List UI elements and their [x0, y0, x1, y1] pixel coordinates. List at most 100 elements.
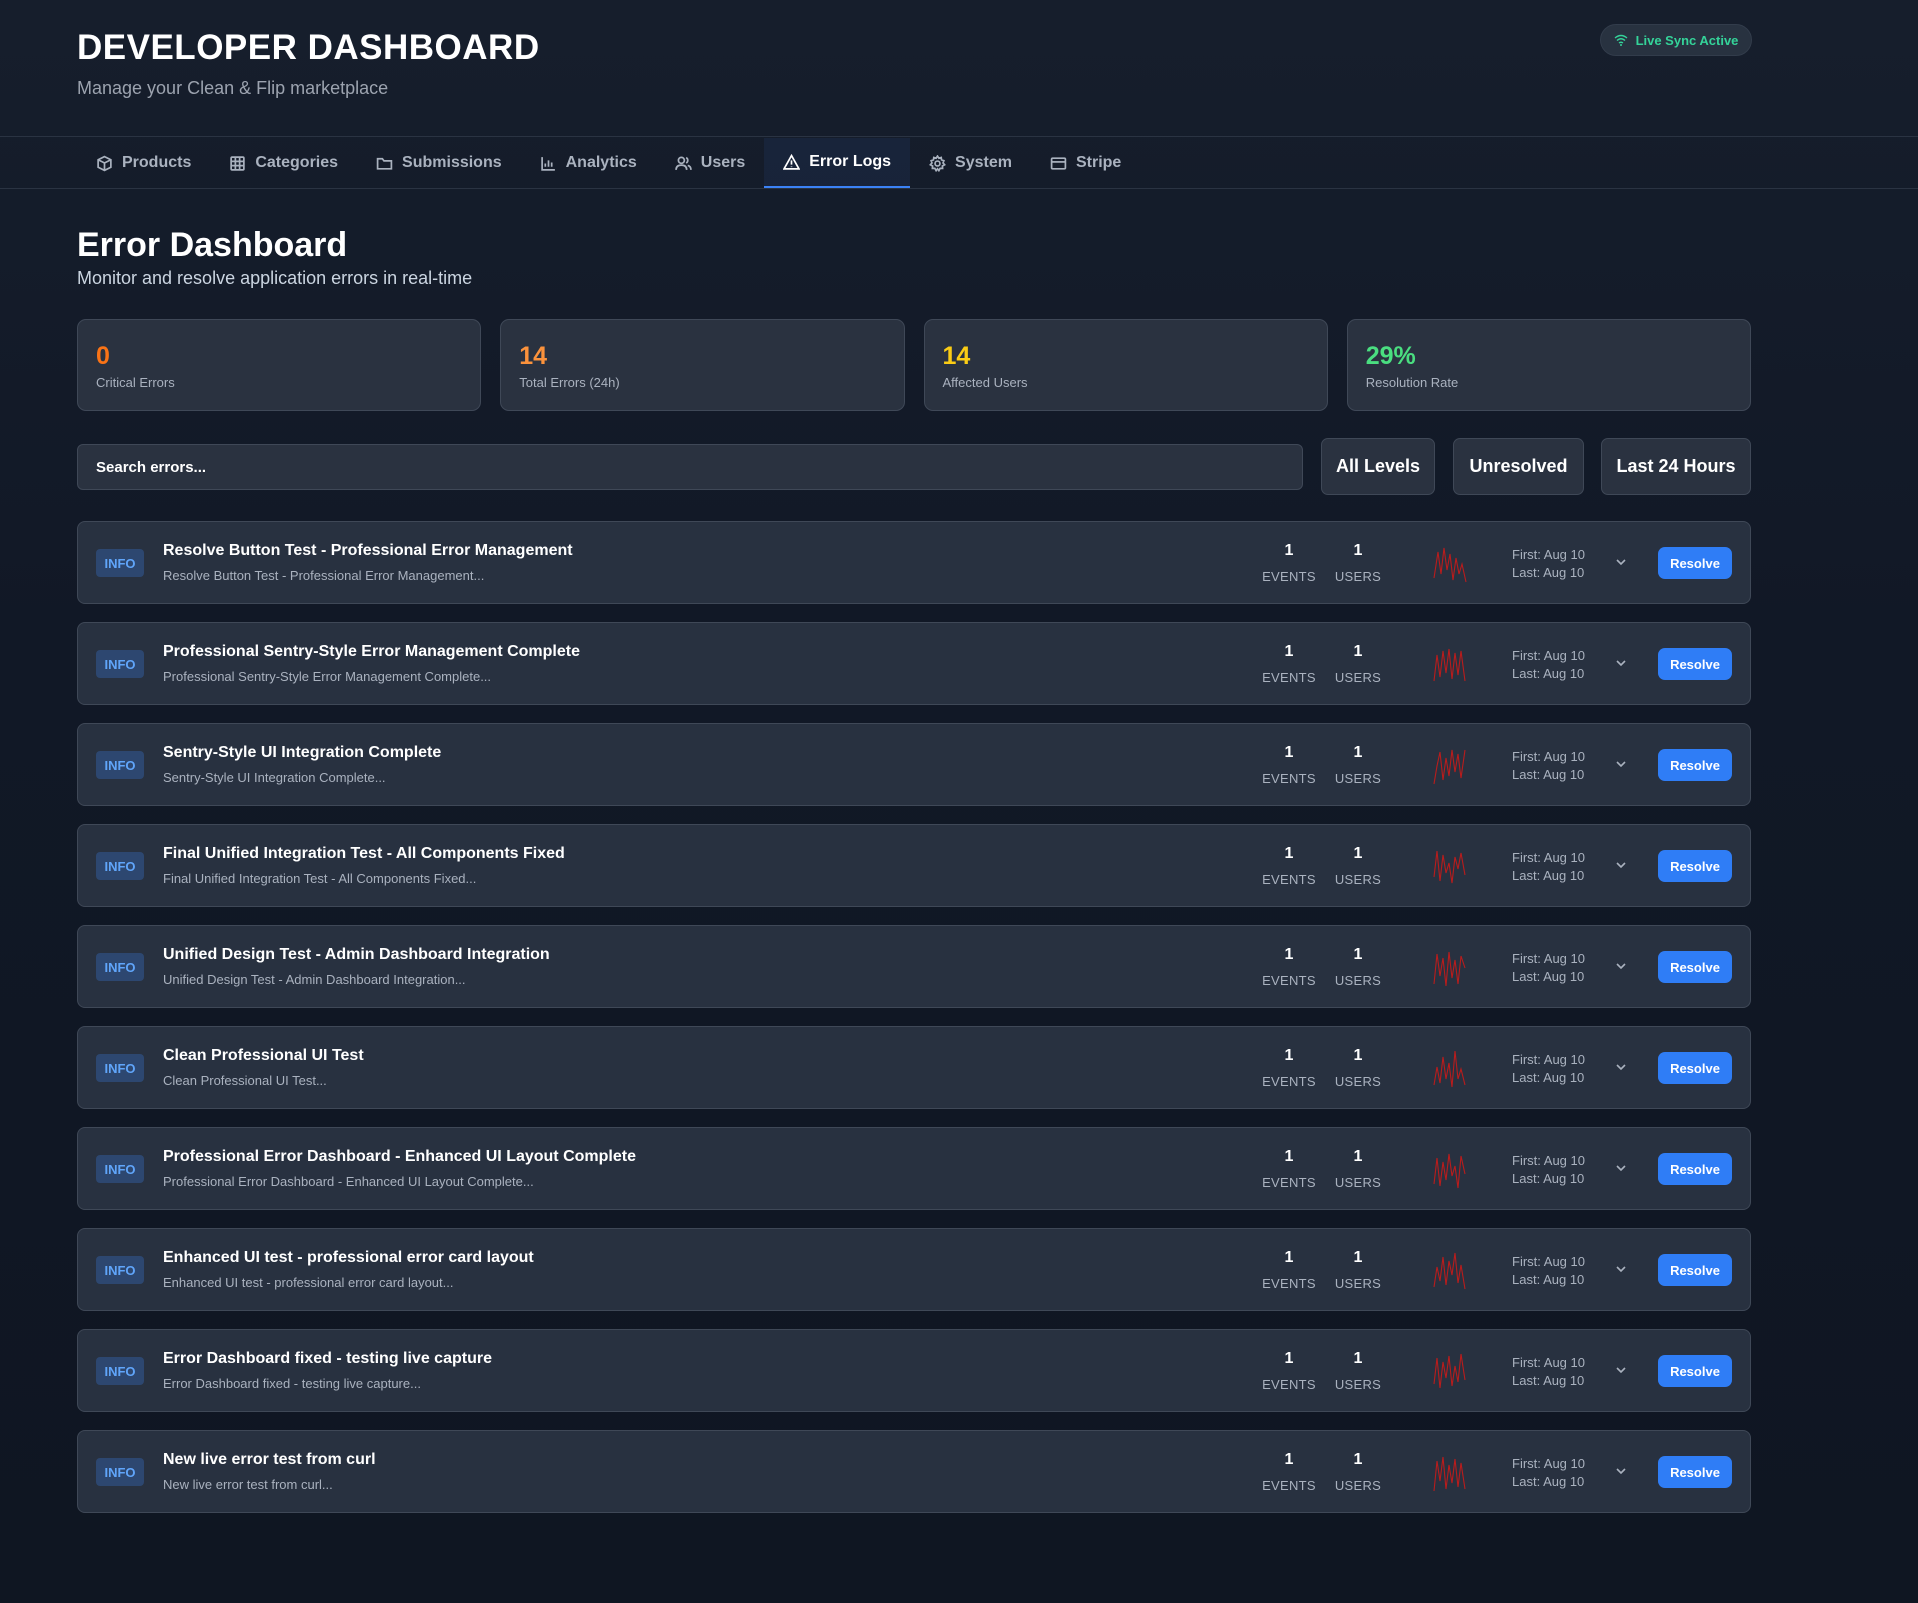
status-filter-button[interactable]: Unresolved [1453, 438, 1584, 495]
resolve-button[interactable]: Resolve [1658, 1153, 1732, 1185]
occurrence-dates: First: Aug 10 Last: Aug 10 [1512, 950, 1585, 986]
resolve-button[interactable]: Resolve [1658, 951, 1732, 983]
chevron-down-icon[interactable] [1614, 1161, 1628, 1175]
users-label: USERS [1334, 1478, 1382, 1493]
level-filter-button[interactable]: All Levels [1321, 438, 1435, 495]
resolve-button[interactable]: Resolve [1658, 648, 1732, 680]
tab-label: Submissions [402, 154, 502, 171]
error-row[interactable]: INFO Final Unified Integration Test - Al… [77, 824, 1751, 907]
tab-stripe[interactable]: Stripe [1031, 138, 1140, 188]
error-title: Sentry-Style UI Integration Complete [163, 744, 442, 761]
error-row[interactable]: INFO Unified Design Test - Admin Dashboa… [77, 925, 1751, 1008]
resolve-button[interactable]: Resolve [1658, 1355, 1732, 1387]
tab-categories[interactable]: Categories [210, 138, 357, 188]
tab-products[interactable]: Products [77, 138, 210, 188]
occurrence-dates: First: Aug 10 Last: Aug 10 [1512, 1354, 1585, 1390]
users-metric: 1 USERS [1328, 1451, 1388, 1493]
users-metric: 1 USERS [1328, 1047, 1388, 1089]
search-input[interactable] [77, 444, 1303, 490]
users-count: 1 [1353, 1249, 1363, 1266]
chevron-down-icon[interactable] [1614, 1060, 1628, 1074]
error-title: Professional Error Dashboard - Enhanced … [163, 1148, 636, 1165]
last-seen: Last: Aug 10 [1512, 1070, 1585, 1085]
users-count: 1 [1353, 643, 1363, 660]
users-label: USERS [1334, 1377, 1382, 1392]
error-title: New live error test from curl [163, 1451, 376, 1468]
error-title: Unified Design Test - Admin Dashboard In… [163, 946, 550, 963]
chevron-down-icon[interactable] [1614, 757, 1628, 771]
tab-submissions[interactable]: Submissions [357, 138, 521, 188]
stat-card-critical-errors: 0 Critical Errors [77, 319, 482, 411]
first-seen: First: Aug 10 [1512, 648, 1585, 663]
users-label: USERS [1334, 569, 1382, 584]
first-seen: First: Aug 10 [1512, 1456, 1585, 1471]
occurrence-dates: First: Aug 10 Last: Aug 10 [1512, 1253, 1585, 1289]
users-count: 1 [1353, 1350, 1363, 1367]
error-title: Professional Sentry-Style Error Manageme… [163, 643, 580, 660]
tab-system[interactable]: System [910, 138, 1031, 188]
sparkline-chart [1433, 648, 1466, 682]
events-count: 1 [1284, 845, 1294, 862]
users-metric: 1 USERS [1328, 744, 1388, 786]
events-metric: 1 EVENTS [1259, 1350, 1319, 1392]
level-badge: INFO [96, 650, 144, 678]
resolve-button[interactable]: Resolve [1658, 1456, 1732, 1488]
level-badge: INFO [96, 549, 144, 577]
error-row[interactable]: INFO New live error test from curl New l… [77, 1430, 1751, 1513]
level-badge: INFO [96, 751, 144, 779]
tab-users[interactable]: Users [656, 138, 764, 188]
resolve-button[interactable]: Resolve [1658, 547, 1732, 579]
events-label: EVENTS [1262, 771, 1316, 786]
nav-tabs: Products Categories Submissions Analytic… [77, 138, 1140, 188]
error-row[interactable]: INFO Error Dashboard fixed - testing liv… [77, 1329, 1751, 1412]
stat-label: Total Errors (24h) [519, 375, 620, 390]
tab-error-logs[interactable]: Error Logs [764, 138, 911, 188]
error-description: Sentry-Style UI Integration Complete... [163, 770, 386, 785]
chevron-down-icon[interactable] [1614, 1262, 1628, 1276]
events-label: EVENTS [1262, 1175, 1316, 1190]
chevron-down-icon[interactable] [1614, 656, 1628, 670]
last-seen: Last: Aug 10 [1512, 868, 1585, 883]
error-row[interactable]: INFO Enhanced UI test - professional err… [77, 1228, 1751, 1311]
resolve-button[interactable]: Resolve [1658, 1254, 1732, 1286]
occurrence-dates: First: Aug 10 Last: Aug 10 [1512, 1051, 1585, 1087]
chevron-down-icon[interactable] [1614, 1464, 1628, 1478]
stats-row: 0 Critical Errors 14 Total Errors (24h) … [77, 319, 1751, 411]
events-metric: 1 EVENTS [1259, 946, 1319, 988]
error-row[interactable]: INFO Professional Sentry-Style Error Man… [77, 622, 1751, 705]
stat-card-affected-users: 14 Affected Users [923, 319, 1328, 411]
last-seen: Last: Aug 10 [1512, 969, 1585, 984]
error-row[interactable]: INFO Professional Error Dashboard - Enha… [77, 1127, 1751, 1210]
stat-value: 14 [519, 342, 548, 370]
events-metric: 1 EVENTS [1259, 1249, 1319, 1291]
chevron-down-icon[interactable] [1614, 959, 1628, 973]
chevron-down-icon[interactable] [1614, 1363, 1628, 1377]
tab-label: Error Logs [809, 153, 892, 170]
level-badge: INFO [96, 1054, 144, 1082]
time-range-filter-button[interactable]: Last 24 Hours [1601, 438, 1751, 495]
level-badge: INFO [96, 1256, 144, 1284]
error-title: Clean Professional UI Test [163, 1047, 364, 1064]
error-row[interactable]: INFO Sentry-Style UI Integration Complet… [77, 723, 1751, 806]
chevron-down-icon[interactable] [1614, 555, 1628, 569]
occurrence-dates: First: Aug 10 Last: Aug 10 [1512, 1152, 1585, 1188]
error-description: Clean Professional UI Test... [163, 1073, 327, 1088]
first-seen: First: Aug 10 [1512, 547, 1585, 562]
error-row[interactable]: INFO Resolve Button Test - Professional … [77, 521, 1751, 604]
level-badge: INFO [96, 852, 144, 880]
chevron-down-icon[interactable] [1614, 858, 1628, 872]
resolve-button[interactable]: Resolve [1658, 1052, 1732, 1084]
level-badge: INFO [96, 1155, 144, 1183]
stat-value: 14 [942, 342, 971, 370]
tab-label: Categories [255, 154, 339, 171]
users-label: USERS [1334, 670, 1382, 685]
tab-label: Users [700, 154, 746, 171]
stat-value: 29% [1365, 342, 1416, 370]
events-label: EVENTS [1262, 872, 1316, 887]
error-row[interactable]: INFO Clean Professional UI Test Clean Pr… [77, 1026, 1751, 1109]
error-title: Enhanced UI test - professional error ca… [163, 1249, 534, 1266]
resolve-button[interactable]: Resolve [1658, 850, 1732, 882]
tab-analytics[interactable]: Analytics [521, 138, 656, 188]
page-subtitle: Monitor and resolve application errors i… [77, 268, 473, 288]
resolve-button[interactable]: Resolve [1658, 749, 1732, 781]
